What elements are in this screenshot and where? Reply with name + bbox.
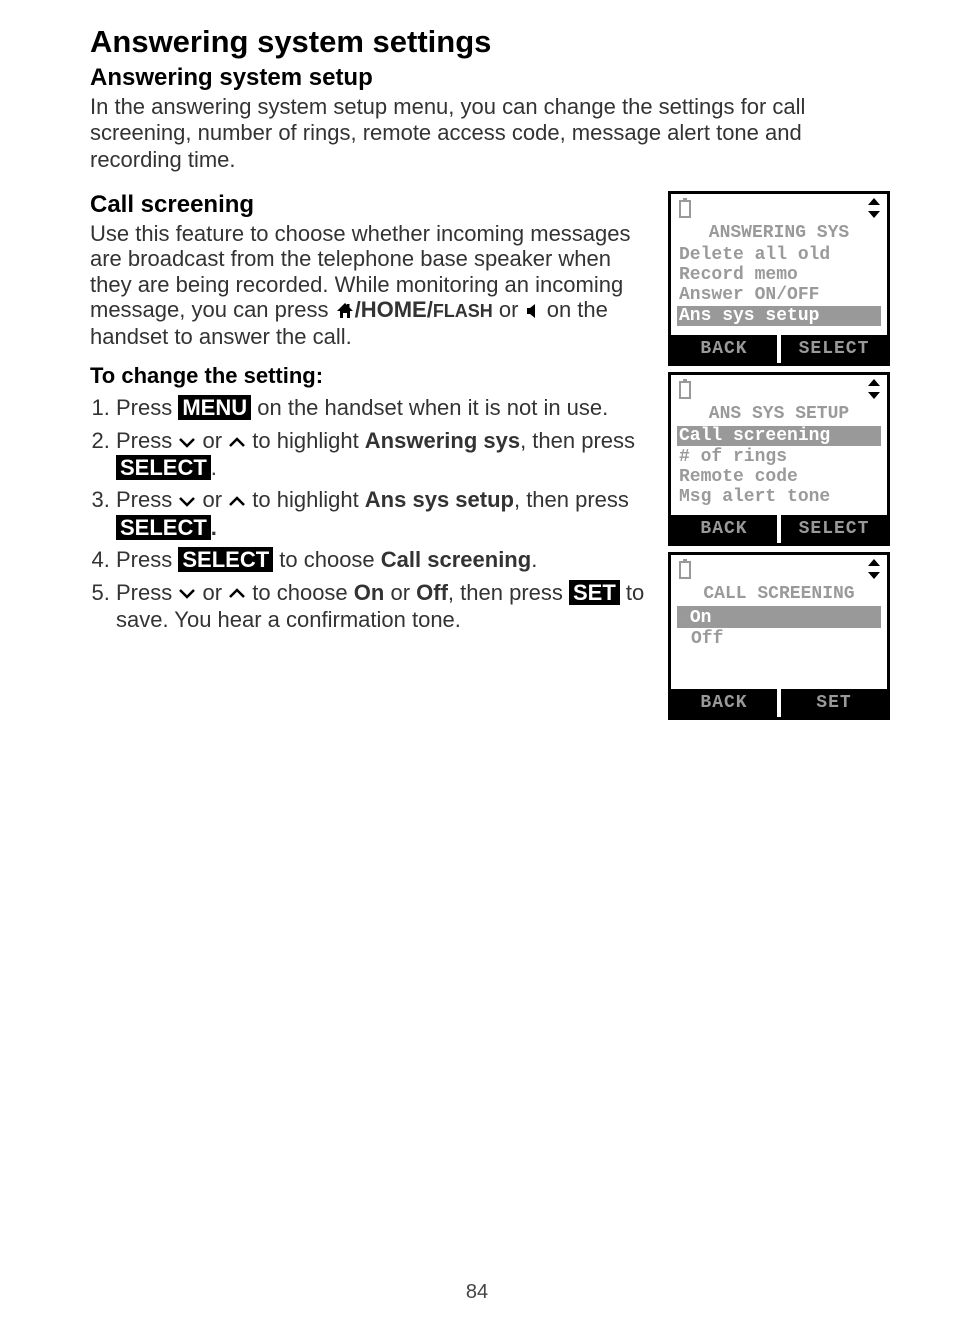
- highlight-target: Ans sys setup: [365, 487, 514, 512]
- lcd2-softkey-back: BACK: [671, 515, 781, 543]
- text: Press: [116, 395, 178, 420]
- lcd2-title: ANS SYS SETUP: [675, 404, 883, 424]
- home-flash-label: /HOME/: [355, 297, 433, 322]
- battery-icon: [677, 559, 693, 584]
- home-icon: [335, 299, 355, 324]
- select-button-label: SELECT: [178, 547, 273, 572]
- up-chevron-icon: [228, 488, 246, 514]
- battery-icon: [677, 198, 693, 223]
- lcd-screen-1: ANSWERING SYS Delete all old Record memo…: [668, 191, 890, 366]
- lcd2-selected-line: Call screening: [677, 426, 881, 446]
- text: to choose: [273, 547, 381, 572]
- down-chevron-icon: [178, 580, 196, 606]
- section-subheading: Answering system setup: [90, 64, 890, 92]
- updown-arrows-icon: [867, 559, 881, 584]
- highlight-target: Call screening: [381, 547, 531, 572]
- updown-arrows-icon: [867, 198, 881, 223]
- step-1: Press MENU on the handset when it is not…: [116, 395, 650, 421]
- text: to highlight: [246, 487, 365, 512]
- set-button-label: SET: [569, 580, 620, 605]
- text: , then press: [520, 428, 635, 453]
- text: Press: [116, 580, 178, 605]
- down-chevron-icon: [178, 429, 196, 455]
- up-chevron-icon: [228, 429, 246, 455]
- select-button-label: SELECT: [116, 515, 211, 540]
- text: or: [493, 297, 525, 322]
- text: Press: [116, 547, 178, 572]
- updown-arrows-icon: [867, 379, 881, 404]
- step-2: Press or to highlight Answering sys, the…: [116, 428, 650, 482]
- step-5: Press or to choose On or Off, then press…: [116, 580, 650, 634]
- text: On: [690, 608, 712, 628]
- page-title: Answering system settings: [90, 24, 890, 60]
- lcd3-softkey-back: BACK: [671, 689, 781, 717]
- text: on the handset when it is not in use.: [251, 395, 608, 420]
- lcd3-title: CALL SCREENING: [675, 584, 883, 604]
- intro-paragraph: In the answering system setup menu, you …: [90, 94, 890, 173]
- lcd2-softkey-select: SELECT: [781, 515, 887, 543]
- speaker-icon: [525, 299, 541, 324]
- down-chevron-icon: [178, 488, 196, 514]
- lcd1-line: Delete all old: [675, 245, 883, 265]
- call-screening-heading: Call screening: [90, 191, 650, 219]
- lcd1-softkey-back: BACK: [671, 335, 781, 363]
- text: , then press: [448, 580, 569, 605]
- lcd1-line: Record memo: [675, 265, 883, 285]
- battery-icon: [677, 379, 693, 404]
- step-3: Press or to highlight Ans sys setup, the…: [116, 487, 650, 541]
- lcd1-line: Answer ON/OFF: [675, 285, 883, 305]
- option-on: On: [354, 580, 385, 605]
- highlight-target: Answering sys: [365, 428, 520, 453]
- text: .: [211, 515, 217, 540]
- lcd1-title: ANSWERING SYS: [675, 223, 883, 243]
- lcd3-softkey-set: SET: [781, 689, 887, 717]
- lcd1-softkey-select: SELECT: [781, 335, 887, 363]
- steps-list: Press MENU on the handset when it is not…: [90, 395, 650, 633]
- text: or: [196, 580, 228, 605]
- lcd3-selected-line: On: [677, 606, 881, 628]
- text: Press: [116, 428, 178, 453]
- flash-small-caps: FLASH: [433, 301, 493, 321]
- lcd-screen-3: CALL SCREENING On Off BACK SET: [668, 552, 890, 720]
- check-icon: [679, 608, 690, 628]
- menu-button-label: MENU: [178, 395, 251, 420]
- up-chevron-icon: [228, 580, 246, 606]
- lcd2-line: Msg alert tone: [675, 487, 883, 507]
- step-4: Press SELECT to choose Call screening.: [116, 547, 650, 573]
- text: or: [384, 580, 416, 605]
- to-change-heading: To change the setting:: [90, 363, 650, 389]
- text: to choose: [246, 580, 354, 605]
- text: or: [196, 487, 228, 512]
- option-off: Off: [416, 580, 448, 605]
- page-number: 84: [0, 1281, 954, 1304]
- text: .: [211, 455, 217, 480]
- lcd3-line: Off: [675, 629, 883, 649]
- lcd2-line: # of rings: [675, 447, 883, 467]
- text: Press: [116, 487, 178, 512]
- text: , then press: [514, 487, 629, 512]
- lcd1-selected-line: Ans sys setup: [677, 306, 881, 326]
- lcd-screen-2: ANS SYS SETUP Call screening # of rings …: [668, 372, 890, 546]
- call-screening-paragraph: Use this feature to choose whether incom…: [90, 221, 650, 349]
- text: or: [196, 428, 228, 453]
- lcd2-line: Remote code: [675, 467, 883, 487]
- text: .: [531, 547, 537, 572]
- text: to highlight: [246, 428, 365, 453]
- select-button-label: SELECT: [116, 455, 211, 480]
